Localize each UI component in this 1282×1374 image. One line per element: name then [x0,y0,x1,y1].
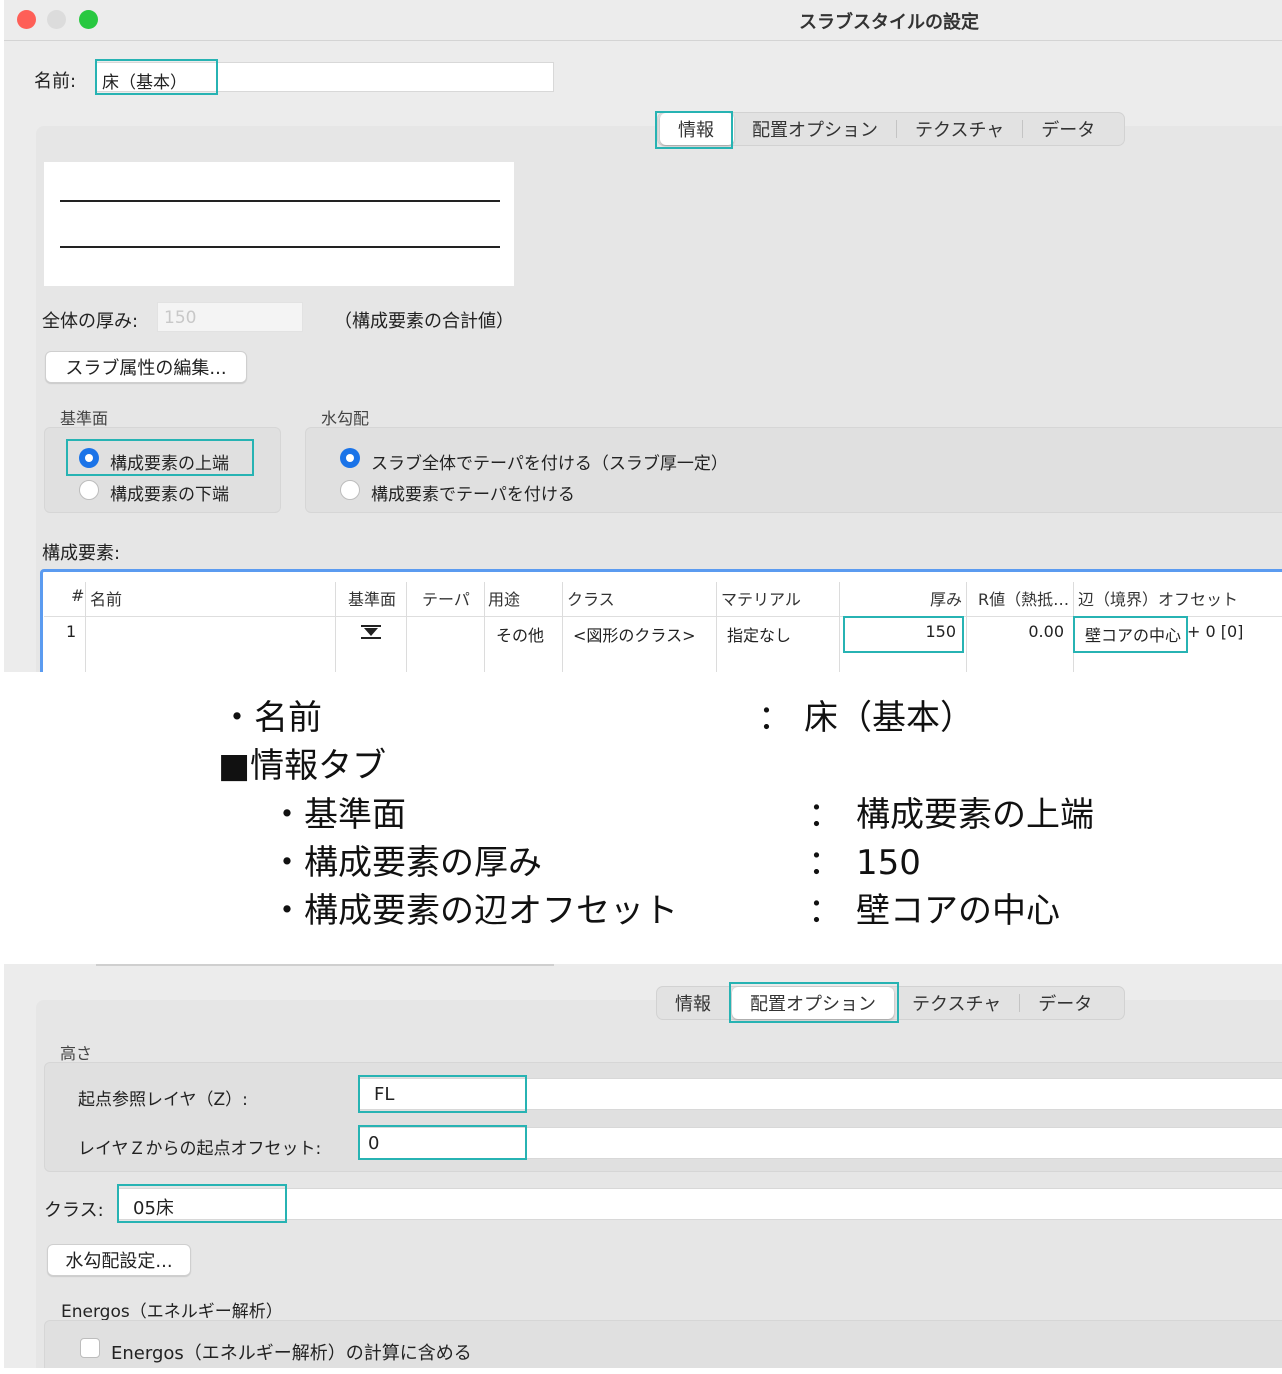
highlight-offset [1073,616,1188,653]
tab-data[interactable]: データ [1020,987,1110,1019]
summary-item-label: ・構成要素の厚み [270,843,542,883]
energos-label: Energos（エネルギー解析） [61,1302,283,1322]
titlebar-divider [4,40,1282,41]
drainage-component-label[interactable]: 構成要素でテーパを付ける [371,480,575,505]
name-input-edge [96,964,554,966]
energos-checkbox[interactable] [80,1338,100,1358]
layer-offset-label: レイヤＺからの起点オフセット: [78,1139,322,1159]
col-header-num[interactable]: # [71,586,84,605]
col-header-name[interactable]: 名前 [90,586,122,610]
total-thickness-value: 150 [164,308,197,328]
drainage-component-radio[interactable] [340,480,360,500]
style-settings-window-info: スラブスタイルの設定 名前: 床（基本） 情報 配置オプション テクスチャ デー… [4,0,1282,672]
tab-placement[interactable]: 配置オプション [734,113,896,145]
summary-item-value: 構成要素の上端 [856,795,1094,835]
col-header-datum[interactable]: 基準面 [348,586,396,610]
col-header-material[interactable]: マテリアル [721,586,801,610]
ref-layer-label: 起点参照レイヤ（Z）: [78,1090,248,1110]
tab-info[interactable]: 情報 [657,987,729,1019]
tab-texture[interactable]: テクスチャ [894,987,1019,1019]
total-thickness-label: 全体の厚み: [42,311,139,332]
col-header-class[interactable]: クラス [567,586,615,610]
total-thickness-note: （構成要素の合計値） [334,311,514,332]
highlight-name [95,59,218,95]
datum-bottom-radio[interactable] [79,480,99,500]
summary-item-label: ・基準面 [270,795,406,835]
summary-item-value: 壁コアの中心 [856,891,1060,931]
preview-top-line [60,200,500,202]
slab-preview [44,162,514,286]
highlight-layer-offset [358,1125,527,1160]
row-offset-extra: + 0 [0] [1187,622,1244,641]
zoom-window-button[interactable] [79,10,98,29]
row-rvalue[interactable]: 0.00 [994,622,1064,641]
summary-name-colon: ： [758,698,792,738]
col-header-offset[interactable]: 辺（境界）オフセット [1078,586,1238,610]
highlight-tab-placement [729,982,899,1023]
close-window-button[interactable] [17,10,36,29]
datum-label: 基準面 [60,409,109,428]
col-header-thickness[interactable]: 厚み [914,586,962,610]
col-header-rvalue[interactable]: R値（熱抵… [978,586,1071,610]
highlight-datum-top [66,439,254,476]
highlight-thickness [843,616,964,653]
summary-item-colon: ： [808,843,842,883]
summary-item-colon: ： [808,795,842,835]
window-title: スラブスタイルの設定 [799,12,979,33]
datum-top-icon [360,624,382,640]
summary-item-colon: ： [808,891,842,931]
row-class[interactable]: <図形のクラス> [573,622,696,646]
edit-slab-attributes-button[interactable]: スラブ属性の編集... [45,351,247,383]
height-label: 高さ [60,1044,93,1063]
col-header-use[interactable]: 用途 [488,586,520,610]
style-settings-window-placement: 情報 配置オプション テクスチャ データ 高さ 起点参照レイヤ（Z）: FL レ… [4,964,1282,1368]
datum-bottom-label[interactable]: 構成要素の下端 [110,480,229,505]
col-header-taper[interactable]: テーパ [422,586,470,610]
summary-section-title: ■情報タブ [218,746,387,786]
summary-item-label: ・構成要素の辺オフセット [270,891,678,931]
preview-bottom-line [60,246,500,248]
components-label: 構成要素: [42,543,121,564]
tab-texture[interactable]: テクスチャ [897,113,1022,145]
class-label: クラス: [44,1200,104,1221]
highlight-tab-info [655,111,733,149]
row-use[interactable]: その他 [496,622,544,646]
drainage-slab-label[interactable]: スラブ全体でテーパを付ける（スラブ厚一定） [371,449,728,474]
summary-name-label: ・名前 [220,698,322,738]
class-select[interactable]: 05床 [118,1188,1282,1220]
minimize-window-button[interactable] [47,10,66,29]
row-material[interactable]: 指定なし [727,622,791,646]
total-thickness-field: 150 [157,302,303,332]
drainage-settings-button[interactable]: 水勾配設定... [47,1244,191,1276]
drainage-slab-radio[interactable] [340,448,360,468]
energos-checkbox-label[interactable]: Energos（エネルギー解析）の計算に含める [111,1339,472,1365]
name-label: 名前: [34,71,77,92]
drainage-label: 水勾配 [321,409,370,428]
summary-item-value: 150 [856,843,921,883]
row-num: 1 [66,622,77,641]
tab-data[interactable]: データ [1023,113,1113,145]
highlight-ref-layer [358,1075,527,1113]
summary-name-value: 床（基本） [804,698,974,738]
highlight-class [117,1184,287,1223]
